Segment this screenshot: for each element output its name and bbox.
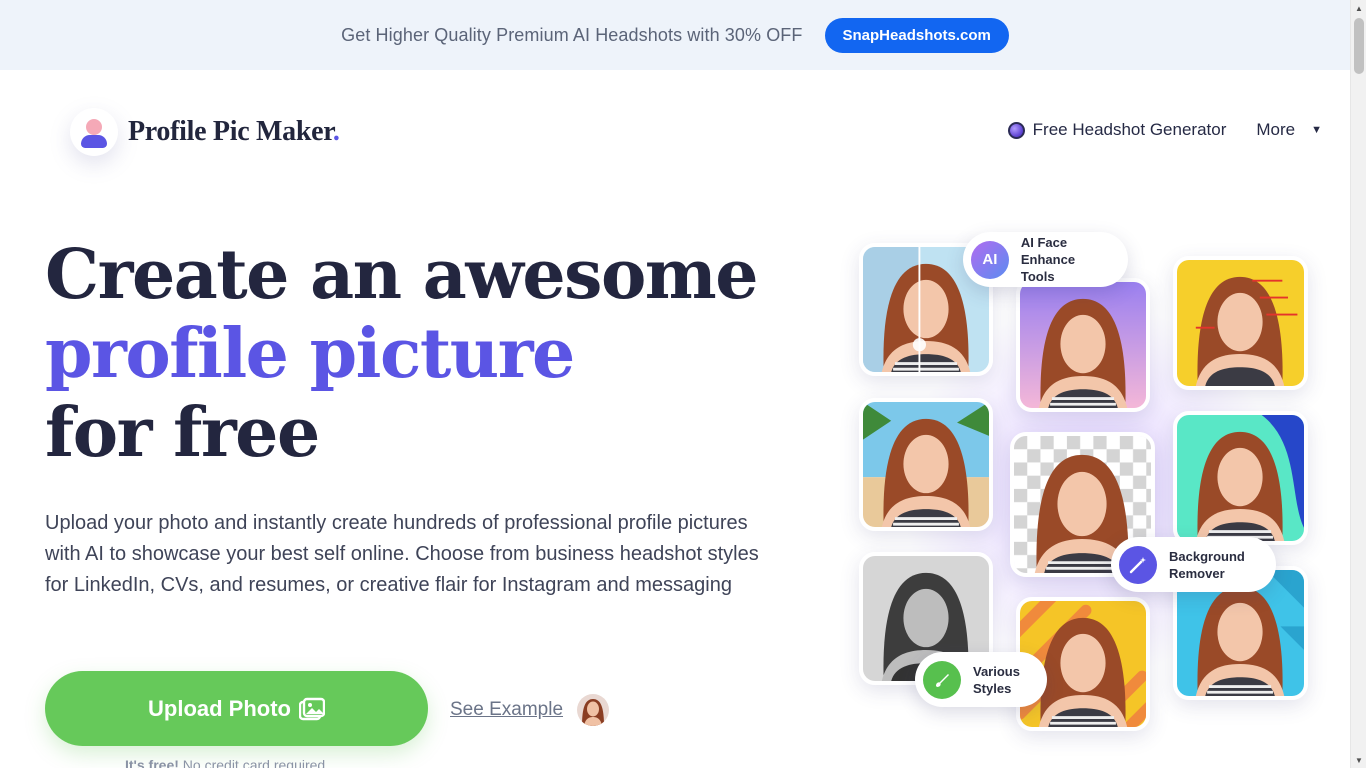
ai-badge-icon: AI (971, 240, 1009, 279)
magic-wand-icon (1119, 545, 1157, 584)
logo-text: Profile Pic Maker. (128, 116, 340, 147)
nav-free-headshot-generator-label: Free Headshot Generator (1032, 120, 1227, 139)
free-note: It's free! No credit card required (125, 757, 326, 768)
chip-ai-face-enhance: AI AI Face Enhance Tools (963, 232, 1128, 287)
page-scrollbar[interactable]: ▲ ▼ (1350, 0, 1366, 768)
chip-ai-face-label: AI Face Enhance Tools (1020, 235, 1076, 284)
caret-down-icon: ▼ (1311, 124, 1322, 136)
chip-background-remover: Background Remover (1111, 537, 1276, 592)
hero-title-line-2: profile picture (45, 314, 575, 394)
hero-title: Create an awesome profile picture for fr… (45, 235, 759, 473)
photo-card-purple (1016, 278, 1150, 412)
globe-icon (1007, 121, 1025, 139)
promo-text: Get Higher Quality Premium AI Headshots … (341, 24, 803, 45)
scroll-up-arrow[interactable]: ▲ (1351, 0, 1366, 16)
chip-various-styles: Various Styles (915, 652, 1047, 707)
paint-brush-icon (923, 660, 961, 699)
site-logo[interactable]: Profile Pic Maker. (70, 108, 340, 156)
hero-title-line-1: Create an awesome (45, 235, 759, 315)
upload-photo-label: Upload Photo (148, 695, 291, 721)
hero-title-line-3: for free (45, 393, 320, 473)
nav-free-headshot-generator[interactable]: Free Headshot Generator (1007, 120, 1227, 140)
image-icon (298, 697, 325, 720)
photo-card-teal (1173, 411, 1308, 545)
scroll-thumb[interactable] (1354, 18, 1364, 74)
nav-more-label: More (1256, 120, 1296, 139)
see-example[interactable]: See Example (450, 694, 610, 726)
main-nav: Free Headshot Generator More ▼ (1007, 120, 1322, 140)
photo-card-yellow-glitch (1173, 256, 1308, 390)
see-example-link[interactable]: See Example (450, 699, 563, 721)
photo-card-beach (859, 398, 993, 531)
upload-photo-button[interactable]: Upload Photo (45, 671, 428, 746)
nav-more-dropdown[interactable]: More ▼ (1256, 120, 1322, 140)
logo-avatar-icon (70, 108, 118, 156)
example-avatar (577, 694, 610, 726)
chip-various-styles-label: Various Styles (973, 663, 1020, 696)
chip-background-remover-label: Background Remover (1169, 548, 1245, 581)
promo-button[interactable]: SnapHeadshots.com (824, 17, 1009, 53)
scroll-down-arrow[interactable]: ▼ (1351, 752, 1366, 768)
promo-banner: Get Higher Quality Premium AI Headshots … (0, 0, 1350, 70)
hero-description: Upload your photo and instantly create h… (45, 512, 759, 596)
